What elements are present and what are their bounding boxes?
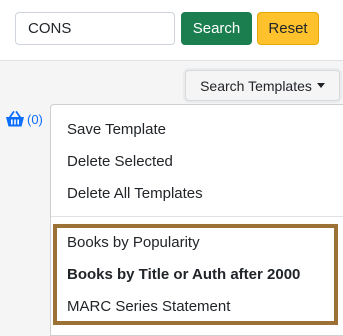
template-item-books-by-popularity[interactable]: Books by Popularity — [67, 234, 200, 251]
menu-item-delete-selected[interactable]: Delete Selected — [67, 153, 173, 170]
basket-link[interactable]: (0) — [5, 111, 43, 128]
basket-count: (0) — [27, 112, 43, 127]
menu-item-save-template[interactable]: Save Template — [67, 121, 166, 138]
caret-down-icon — [316, 83, 325, 88]
menu-item-delete-all-templates[interactable]: Delete All Templates — [67, 185, 203, 202]
search-templates-label: Search Templates — [200, 77, 312, 94]
menu-divider — [51, 216, 343, 217]
templates-dropdown-menu: Save Template Delete Selected Delete All… — [50, 104, 343, 336]
basket-icon — [6, 111, 24, 127]
search-input[interactable] — [15, 12, 175, 45]
search-button[interactable]: Search — [181, 12, 252, 45]
template-item-marc-series-statement[interactable]: MARC Series Statement — [67, 298, 230, 315]
reset-button[interactable]: Reset — [257, 12, 319, 45]
template-item-books-by-title-or-auth[interactable]: Books by Title or Auth after 2000 — [67, 266, 300, 283]
search-bar: Search Reset — [0, 0, 343, 61]
search-templates-button[interactable]: Search Templates — [185, 70, 340, 101]
